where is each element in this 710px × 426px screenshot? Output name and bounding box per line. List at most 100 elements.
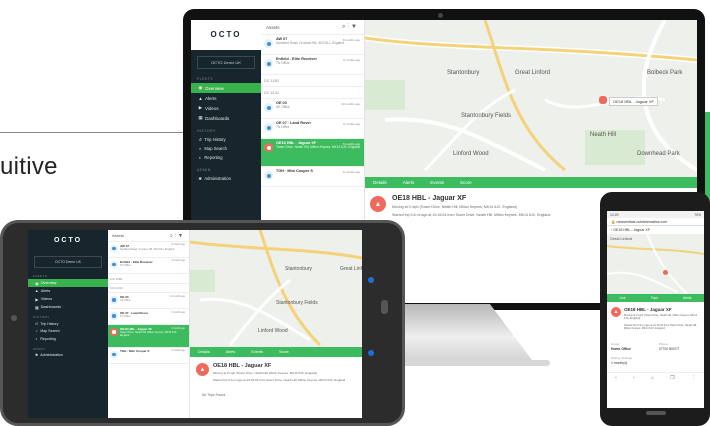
demo-account-button[interactable]: OCTO Demo UK (197, 56, 255, 69)
phone-map[interactable]: Great Linford (607, 234, 704, 294)
asset-location: TN Office (119, 263, 131, 267)
asset-status-icon (264, 123, 273, 132)
list-item[interactable]: TGH · Mini Cooper S5 months ago (261, 167, 364, 187)
phone-status-bar: 12:20 70% (607, 211, 704, 218)
vehicle-title: OE18 HBL - Jaguar XF (624, 307, 672, 312)
status-battery: 70% (694, 212, 701, 217)
map-view[interactable]: Stantonbury Great Linford Stantonbury Fi… (190, 230, 362, 418)
sidebar-item-trip-history[interactable]: ↺ Trip History (191, 135, 261, 144)
asset-location: Sandford Road, Crookes Hill, SD3 8LJ, En… (119, 247, 175, 251)
sidebar-item-videos[interactable]: ▶ Videos (191, 103, 261, 113)
asset-status-icon (110, 328, 118, 336)
sidebar-item-alerts[interactable]: ▲ Alerts (28, 287, 108, 295)
list-item[interactable]: OE 07 · Land Rover TN Office 3 months ago (108, 309, 189, 326)
last-seen: 8 months ago (171, 327, 185, 330)
sidebar-item-map-search[interactable]: ⌕ Map Search (28, 328, 108, 336)
tablet-button (381, 300, 388, 314)
sidebar-item-label: Administration (40, 353, 63, 358)
tab-score[interactable]: Score (271, 350, 297, 354)
list-toolbar: ⌕⋮▼ (342, 24, 359, 31)
sidebar-item-reporting[interactable]: ◐ Reporting (191, 153, 261, 162)
sidebar-item-label: Reporting (40, 336, 56, 341)
car-icon: ▲ (370, 196, 386, 212)
asset-status-icon (110, 350, 118, 358)
list-item[interactable]: AW 07 Sandford Road, Crookes Hill, SD3 8L… (108, 242, 189, 258)
list-item[interactable]: DC 4131 (108, 284, 189, 294)
vehicle-pin-icon[interactable] (599, 96, 607, 104)
group-label: Group (611, 342, 620, 346)
sidebar-item-overview[interactable]: ◉ Overview (28, 279, 108, 287)
tab-alerts[interactable]: Alerts (218, 350, 244, 354)
sidebar-item-administration[interactable]: ✱ Administration (191, 174, 261, 183)
group-value: Home Office (611, 347, 631, 351)
sidebar-item-videos[interactable]: ▶ Videos (28, 295, 108, 303)
tab-alerts[interactable]: Alerts (395, 180, 423, 185)
asset-list-title: Assets (112, 233, 125, 238)
detail-panel: ▲ OE18 HBL - Jaguar XF Moving at 0 mph (… (190, 357, 362, 418)
dashboard-icon: ▦ (198, 115, 203, 120)
tab-details[interactable]: Details (365, 180, 395, 185)
car-icon: ▲ (196, 363, 209, 376)
list-item[interactable]: OE 03 UK Office 10 months ago (261, 99, 364, 119)
list-item[interactable]: Enfield - Elite Receiver TN Office 3 month… (108, 258, 189, 274)
list-item[interactable]: OE 07 · Land Rover TN Office 3 months ago (261, 119, 364, 139)
sidebar-item-label: Trip History (204, 137, 226, 142)
sidebar-item-alerts[interactable]: ▲ Alerts (191, 93, 261, 103)
sidebar-item-label: Alerts (205, 95, 217, 101)
tab-score[interactable]: Score (452, 180, 480, 185)
asset-status-icon (110, 245, 118, 253)
tabs-icon[interactable]: ❐ (670, 375, 674, 381)
browser-url-bar[interactable]: 🔒 newsenttals.octotelematics.com (607, 218, 704, 226)
alert-triangle-icon: ▲ (198, 95, 203, 101)
sidebar-item-trip-history[interactable]: ↺ Trip History (28, 320, 108, 328)
sidebar-item-administration[interactable]: ✱ Administration (28, 352, 108, 360)
tab-details[interactable]: Details (190, 350, 218, 354)
vehicle-map-label[interactable]: OE18 HBL - Jaguar XF (609, 97, 658, 106)
map-place: Great Linford (515, 70, 551, 76)
home-icon[interactable]: ⌂ (651, 375, 654, 381)
history-section-label: HISTORY (197, 129, 216, 133)
map-place: Linford Wood (258, 328, 288, 334)
tab-live[interactable]: Live (611, 296, 633, 300)
list-item[interactable]: OE 03 UK Office 10 months ago (108, 293, 189, 310)
back-icon[interactable]: ‹ (615, 375, 617, 381)
forward-icon[interactable]: › (633, 375, 635, 381)
menu-icon[interactable]: ⋮ (691, 375, 696, 381)
filter-icon[interactable]: ▼ (351, 24, 359, 30)
vehicle-status: Moving at 0 mph (Tower Drive, Neath Hill… (213, 371, 318, 375)
history-section-label: HISTORY (33, 315, 50, 319)
list-item[interactable]: OE18 HBL · Jaguar XF Tower Drive, Neath H… (108, 325, 189, 348)
asset-status-icon (110, 261, 118, 269)
tab-events[interactable]: Events (422, 180, 452, 185)
sidebar-item-dashboards[interactable]: ▦ Dashboards (191, 113, 261, 123)
list-item[interactable]: Enfield - Elite Receiver TN Office 3 month… (261, 55, 364, 75)
list-item[interactable]: OE18 HBL · Jaguar XF Tower Drive, Neath H… (261, 139, 364, 167)
list-item[interactable]: TGH · Mini Cooper S5 months ago (108, 348, 189, 364)
tab-alerts[interactable]: Alerts (675, 296, 700, 300)
last-seen: 5 months ago (171, 349, 185, 352)
phone-detail-panel: ▲ OE18 HBL - Jaguar XF Moving at 0 mph (… (607, 302, 704, 402)
last-seen: 3 months ago (343, 58, 360, 62)
asset-status-icon (264, 143, 273, 152)
vehicle-pin-icon[interactable] (663, 270, 668, 275)
list-item[interactable]: DC 1180 (261, 75, 364, 87)
sidebar-item-reporting[interactable]: ◐ Reporting (28, 335, 108, 343)
list-item-text: DC 4131 (110, 285, 186, 290)
list-item[interactable]: AW 07 Sandford Road, Crookes Hill, SD3 8L… (261, 35, 364, 55)
admin-section-label: ADMIN (33, 346, 46, 351)
list-item[interactable]: DC 1180 (108, 274, 189, 284)
list-item[interactable]: DC 4131 (261, 87, 364, 99)
list-item-text: DC 1180 (110, 276, 186, 281)
last-seen: 5 months ago (343, 170, 360, 174)
filter-icon[interactable]: ▼ (178, 233, 185, 239)
demo-account-button[interactable]: OCTO Demo UK (34, 256, 102, 268)
asset-status-icon (264, 171, 273, 180)
tab-events[interactable]: Events (243, 350, 271, 354)
map-place: Downhead Park (637, 151, 680, 157)
sidebar-item-dashboards[interactable]: ▦ Dashboards (28, 303, 108, 311)
sidebar-item-map-search[interactable]: ⌕ Map Search (191, 144, 261, 153)
tab-trips[interactable]: Trips (643, 296, 666, 300)
map-roads (607, 234, 704, 294)
sidebar-item-overview[interactable]: ◉ Overview (191, 83, 261, 93)
sidebar: OCTO OCTO Demo UK FLEETS ◉ Overview ▲ Alert… (28, 230, 108, 418)
